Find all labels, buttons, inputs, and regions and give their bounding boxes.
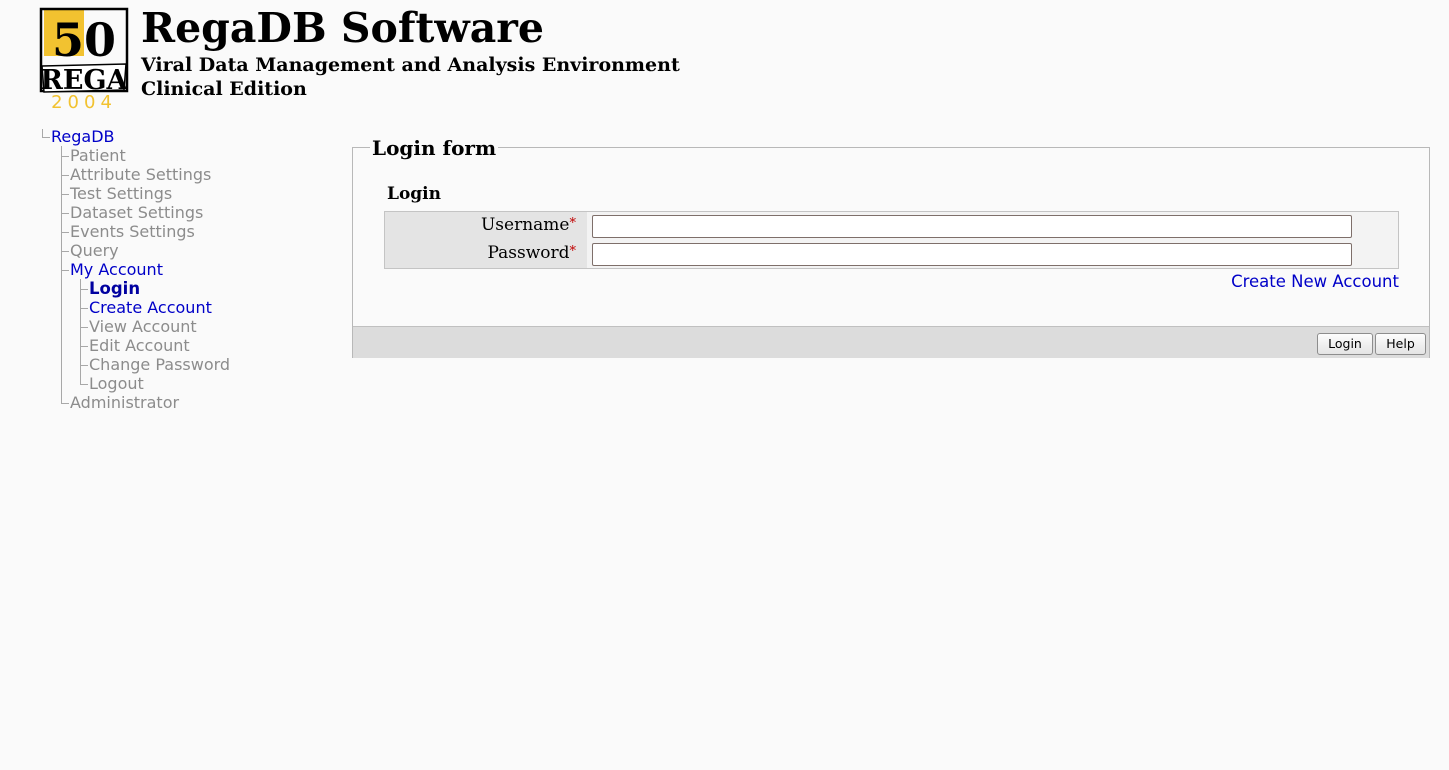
- tree-item-my-account[interactable]: My Account: [70, 260, 163, 279]
- login-button[interactable]: Login: [1317, 333, 1373, 355]
- password-label: Password*: [487, 242, 576, 264]
- app-edition: Clinical Edition: [141, 78, 307, 100]
- required-marker: *: [569, 216, 577, 231]
- tree-item-regadb[interactable]: RegaDB: [51, 127, 115, 146]
- tree-item-test-settings: Test Settings: [70, 184, 173, 203]
- tree-item-attribute-settings: Attribute Settings: [70, 165, 212, 184]
- app-title: RegaDB Software: [141, 4, 544, 52]
- tree-item-view-account: View Account: [89, 317, 197, 336]
- tree-item-dataset-settings: Dataset Settings: [70, 203, 204, 222]
- password-label-text: Password: [487, 243, 570, 263]
- username-label: Username*: [481, 214, 576, 236]
- tree-item-create-account[interactable]: Create Account: [89, 298, 212, 317]
- login-group-title: Login: [387, 184, 441, 204]
- required-marker: *: [569, 244, 577, 259]
- logo-year: 2004: [51, 92, 117, 112]
- login-form-legend: Login form: [370, 135, 499, 161]
- create-new-account-link[interactable]: Create New Account: [1231, 271, 1399, 293]
- username-input[interactable]: [592, 215, 1352, 238]
- help-button[interactable]: Help: [1375, 333, 1426, 355]
- tree-item-administrator: Administrator: [70, 393, 180, 412]
- logo-number: 50: [52, 13, 116, 67]
- username-label-text: Username: [480, 215, 570, 235]
- form-button-bar: Login Help: [353, 326, 1429, 358]
- tree-item-events-settings: Events Settings: [70, 222, 195, 241]
- tree-item-query: Query: [70, 241, 119, 260]
- rega-logo-icon: 50 REGA 2004: [38, 6, 130, 113]
- tree-item-login[interactable]: Login: [89, 279, 140, 298]
- app-subtitle: Viral Data Management and Analysis Envir…: [141, 54, 680, 76]
- login-fields: Username* Password*: [384, 211, 1399, 269]
- tree-item-logout: Logout: [89, 374, 144, 393]
- tree-item-change-password: Change Password: [89, 355, 231, 374]
- tree-item-edit-account: Edit Account: [89, 336, 190, 355]
- password-input[interactable]: [592, 243, 1352, 266]
- tree-item-patient: Patient: [70, 146, 126, 165]
